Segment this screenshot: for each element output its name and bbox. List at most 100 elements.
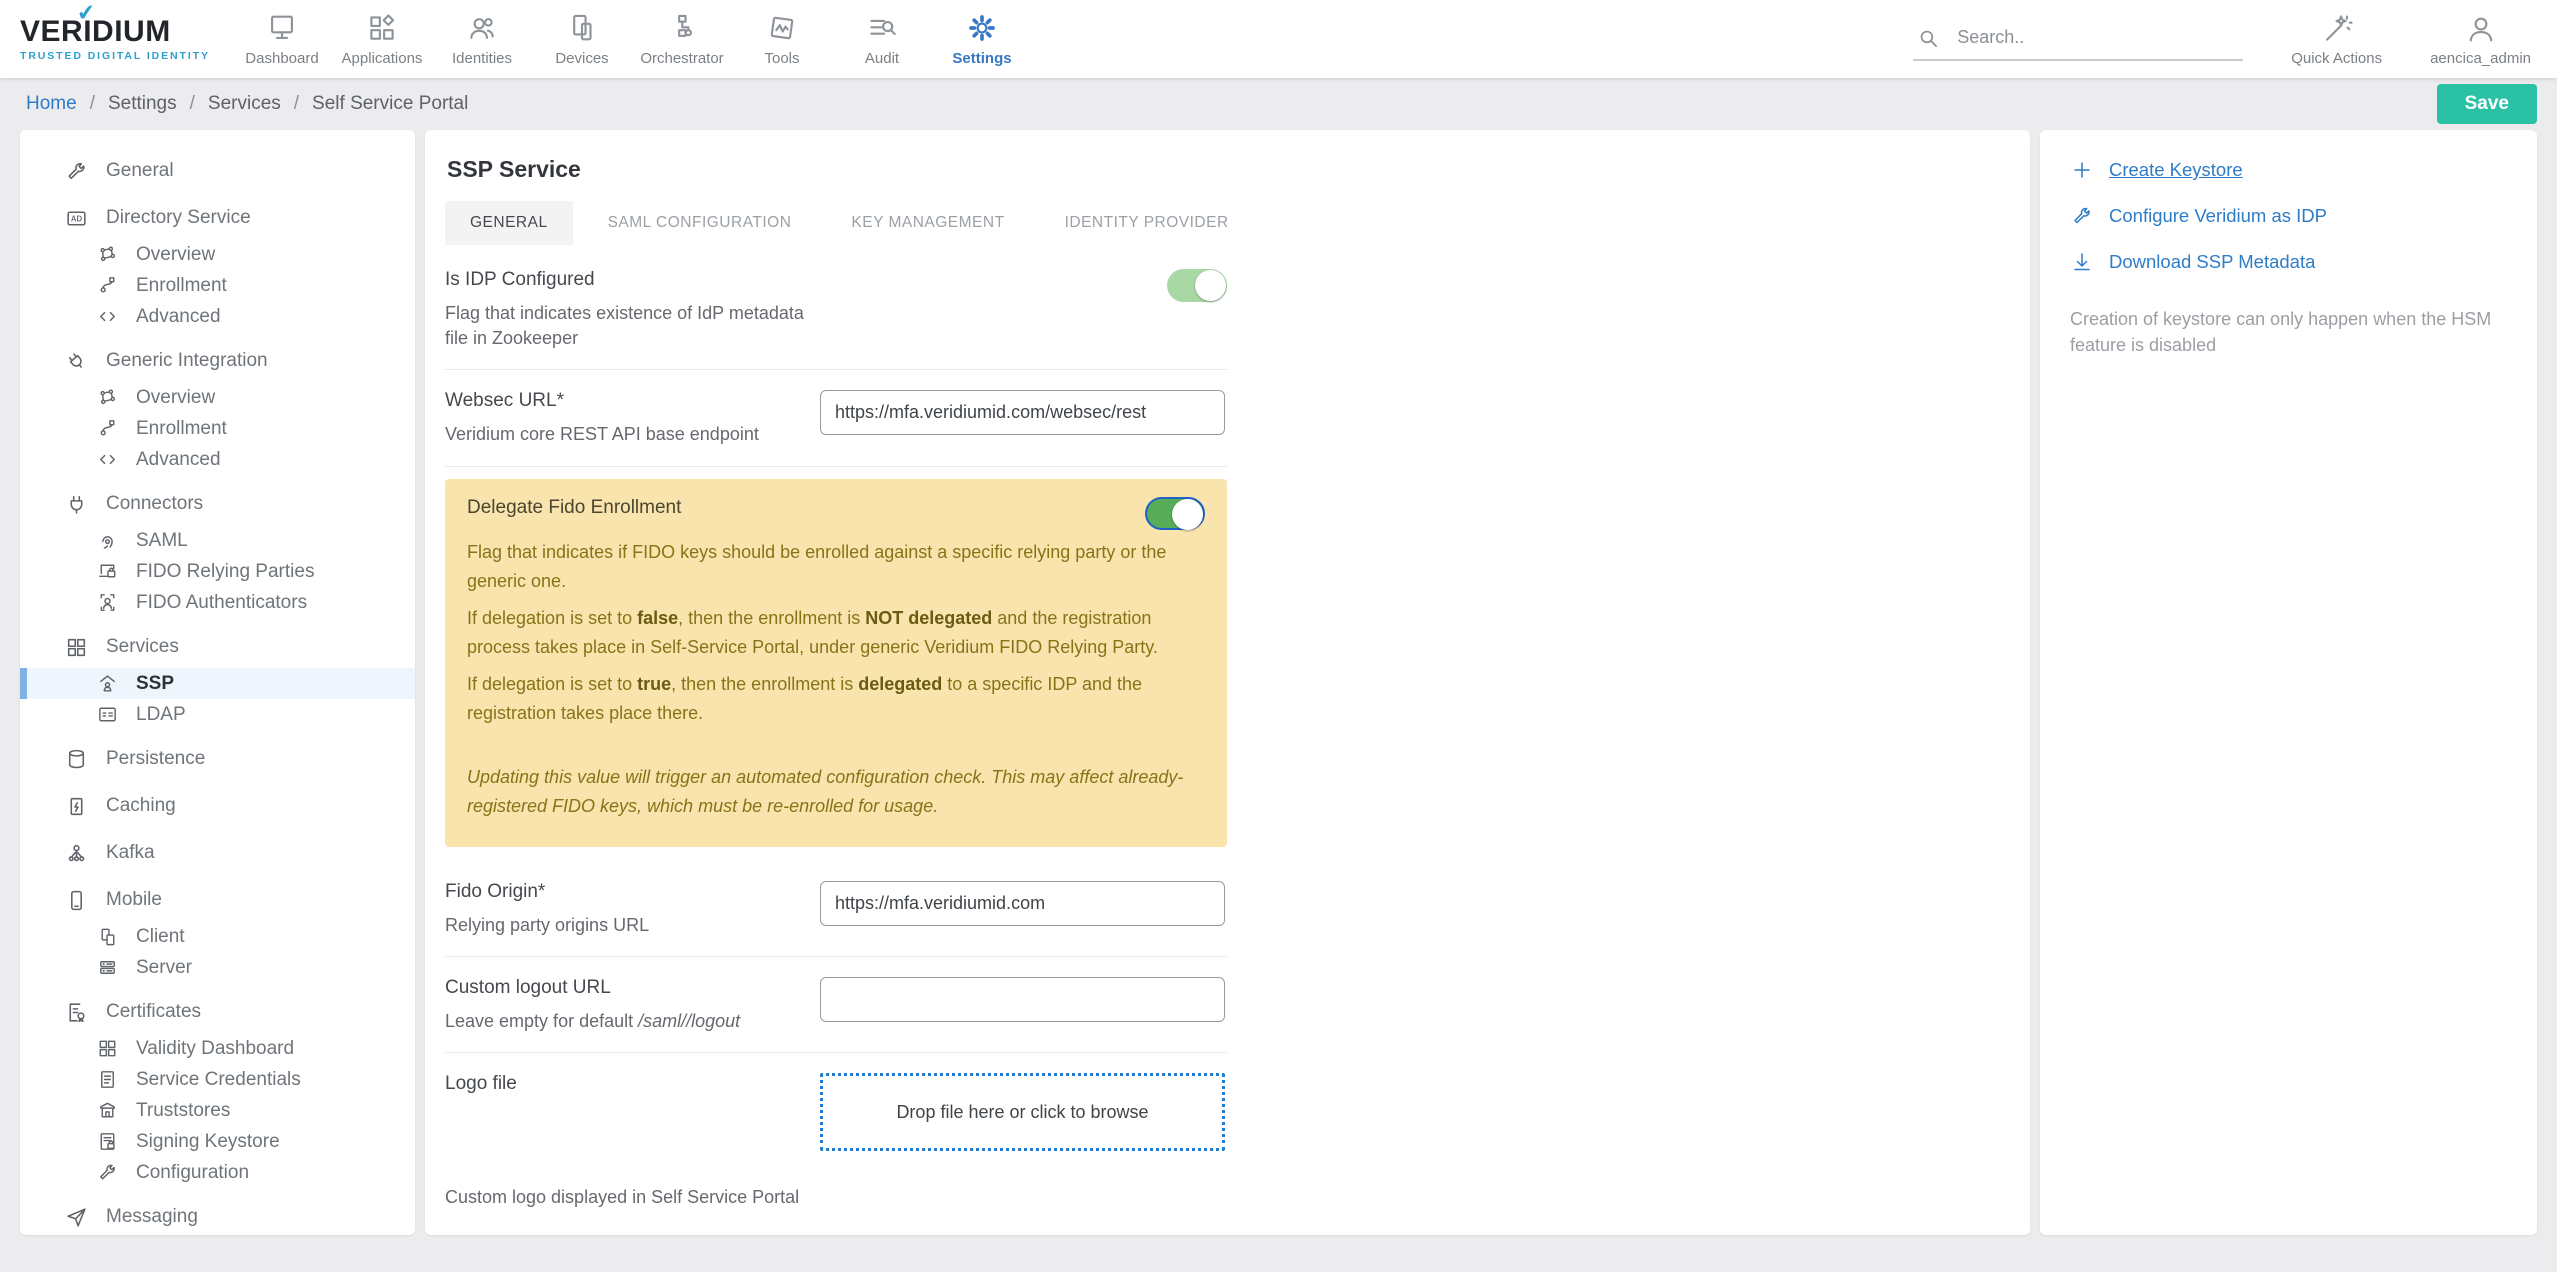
- nav-label: Devices: [555, 50, 609, 67]
- svg-text:AD: AD: [71, 214, 83, 223]
- wrench-icon: [2074, 207, 2090, 224]
- global-search[interactable]: [1913, 21, 2244, 61]
- ssp-general-form: Is IDP Configured Flag that indicates ex…: [445, 249, 1227, 1208]
- sidebar-item-advanced[interactable]: Advanced: [20, 301, 415, 332]
- sidebar-item-label: Truststores: [136, 1099, 231, 1121]
- sidebar-item-client[interactable]: Client: [20, 921, 415, 952]
- breadcrumb-item-services[interactable]: Services: [208, 93, 281, 115]
- quick-actions-button[interactable]: Quick Actions: [2291, 12, 2382, 67]
- sidebar-item-service-credentials[interactable]: Service Credentials: [20, 1064, 415, 1095]
- toggle-knob: [1172, 498, 1203, 530]
- primary-nav: Dashboard Applications Identities Devices Or…: [232, 11, 1032, 67]
- sidebar-item-certificates[interactable]: Certificates: [20, 994, 415, 1030]
- action-link-download-ssp-metadata[interactable]: Download SSP Metadata: [2070, 250, 2507, 274]
- is-idp-configured-toggle[interactable]: [1167, 269, 1227, 302]
- sidebar-item-ssp[interactable]: SSP: [20, 668, 415, 699]
- enrollment-icon: [100, 420, 115, 436]
- sidebar-item-general[interactable]: General: [20, 153, 415, 189]
- nav-item-orchestrator[interactable]: Orchestrator: [632, 11, 732, 67]
- sidebar-item-enrollment[interactable]: Enrollment: [20, 270, 415, 301]
- sidebar-item-enrollment[interactable]: Enrollment: [20, 413, 415, 444]
- sidebar-item-truststores[interactable]: Truststores: [20, 1095, 415, 1126]
- sidebar-item-label: Signing Keystore: [136, 1130, 280, 1152]
- nav-label: Dashboard: [245, 50, 319, 67]
- veridium-logo: VERI ✔ DIUM TRUSTED DIGITAL IDENTITY: [0, 0, 218, 62]
- action-link-label: Configure Veridium as IDP: [2109, 205, 2327, 226]
- tab-identity-provider[interactable]: IDENTITY PROVIDER: [1040, 201, 1254, 245]
- websec-url-input[interactable]: [820, 390, 1225, 436]
- sidebar-item-mobile[interactable]: Mobile: [20, 882, 415, 918]
- delegate-fido-desc-1: Flag that indicates if FIDO keys should …: [467, 541, 1167, 591]
- fido-origin-input[interactable]: [820, 880, 1225, 926]
- sidebar-item-overview[interactable]: Overview: [20, 382, 415, 413]
- nav-label: Identities: [451, 50, 513, 67]
- sidebar-item-validity-dashboard[interactable]: Validity Dashboard: [20, 1033, 415, 1064]
- delegate-fido-toggle[interactable]: [1145, 496, 1205, 530]
- nodes-icon: [100, 389, 116, 405]
- nav-item-tools[interactable]: Tools: [732, 11, 832, 67]
- doc-lines-icon: [101, 1071, 114, 1088]
- nav-item-devices[interactable]: Devices: [532, 11, 632, 67]
- sidebar-item-persistence[interactable]: Persistence: [20, 741, 415, 777]
- sidebar-item-label: Enrollment: [136, 417, 227, 439]
- tab-saml-configuration[interactable]: SAML CONFIGURATION: [583, 201, 817, 245]
- breadcrumb-item-home[interactable]: Home: [26, 93, 77, 115]
- field-fido-origin: Fido Origin* Relying party origins URL: [445, 861, 1227, 957]
- username-label: aencica_admin: [2430, 49, 2531, 67]
- logo-file-dropzone[interactable]: Drop file here or click to browse: [820, 1073, 1225, 1152]
- nav-item-settings[interactable]: Settings: [932, 11, 1032, 67]
- devices-icon: [573, 14, 592, 41]
- action-link-create-keystore[interactable]: Create Keystore: [2070, 158, 2507, 182]
- custom-logout-label: Custom logout URL: [445, 977, 611, 998]
- nav-item-dashboard[interactable]: Dashboard: [232, 11, 332, 67]
- plug-icon: [68, 352, 82, 368]
- action-link-configure-veridium-as-idp[interactable]: Configure Veridium as IDP: [2070, 204, 2507, 228]
- sidebar-item-label: Overview: [136, 243, 216, 265]
- sidebar-item-messaging[interactable]: Messaging: [20, 1199, 415, 1235]
- sidebar-item-fido-authenticators[interactable]: FIDO Authenticators: [20, 587, 415, 618]
- sidebar-item-server[interactable]: Server: [20, 952, 415, 983]
- sidebar-item-signing-keystore[interactable]: Signing Keystore: [20, 1126, 415, 1157]
- sidebar-item-label: Generic Integration: [106, 350, 268, 371]
- save-button[interactable]: Save: [2436, 84, 2537, 124]
- breadcrumb-item-self-service-portal[interactable]: Self Service Portal: [312, 93, 468, 115]
- tab-general[interactable]: GENERAL: [445, 201, 573, 245]
- sidebar-item-generic-integration[interactable]: Generic Integration: [20, 343, 415, 379]
- breadcrumb: Home / Settings / Services / Self Service Port…: [26, 93, 468, 115]
- user-menu[interactable]: aencica_admin: [2430, 12, 2531, 67]
- logo-file-label: Logo file: [445, 1073, 517, 1095]
- sidebar-item-saml[interactable]: SAML: [20, 525, 415, 556]
- quick-actions-label: Quick Actions: [2291, 49, 2383, 67]
- nav-label: Settings: [952, 50, 1012, 67]
- nav-item-applications[interactable]: Applications: [332, 11, 432, 67]
- sidebar-item-ldap[interactable]: LDAP: [20, 699, 415, 730]
- sidebar-item-fido-relying-parties[interactable]: FIDO Relying Parties: [20, 556, 415, 587]
- tab-key-management[interactable]: KEY MANAGEMENT: [826, 201, 1029, 245]
- sidebar-item-configuration[interactable]: Configuration: [20, 1157, 415, 1188]
- ad-badge-icon: AD: [67, 210, 86, 226]
- delegate-fido-label: Delegate Fido Enrollment: [467, 496, 682, 518]
- sidebar-item-connectors[interactable]: Connectors: [20, 486, 415, 522]
- breadcrumb-item-settings[interactable]: Settings: [108, 93, 177, 115]
- custom-logout-input[interactable]: [820, 977, 1225, 1022]
- certificate-icon: [69, 1002, 85, 1022]
- sidebar-item-caching[interactable]: Caching: [20, 788, 415, 824]
- sidebar-item-label: Directory Service: [106, 207, 251, 228]
- nav-item-identities[interactable]: Identities: [432, 11, 532, 67]
- phones-icon: [101, 928, 115, 946]
- app-root: VERI ✔ DIUM TRUSTED DIGITAL IDENTITY Dashb…: [0, 0, 2557, 1272]
- sidebar-item-advanced[interactable]: Advanced: [20, 444, 415, 475]
- nav-item-audit[interactable]: Audit: [832, 11, 932, 67]
- sidebar-item-services[interactable]: Services: [20, 629, 415, 665]
- sidebar-item-label: Kafka: [106, 842, 155, 863]
- download-icon: [2074, 253, 2090, 271]
- search-input[interactable]: [1955, 26, 2242, 49]
- sidebar-item-overview[interactable]: Overview: [20, 239, 415, 270]
- sidebar-item-kafka[interactable]: Kafka: [20, 835, 415, 871]
- field-custom-logout-url: Custom logout URL Leave empty for defaul…: [445, 957, 1227, 1054]
- sidebar-item-directory-service[interactable]: AD Directory Service: [20, 200, 415, 236]
- nav-label: Applications: [341, 50, 423, 67]
- laptop-lock-icon: [99, 564, 116, 578]
- code-icon: [100, 454, 115, 465]
- home-user-icon: [100, 675, 115, 692]
